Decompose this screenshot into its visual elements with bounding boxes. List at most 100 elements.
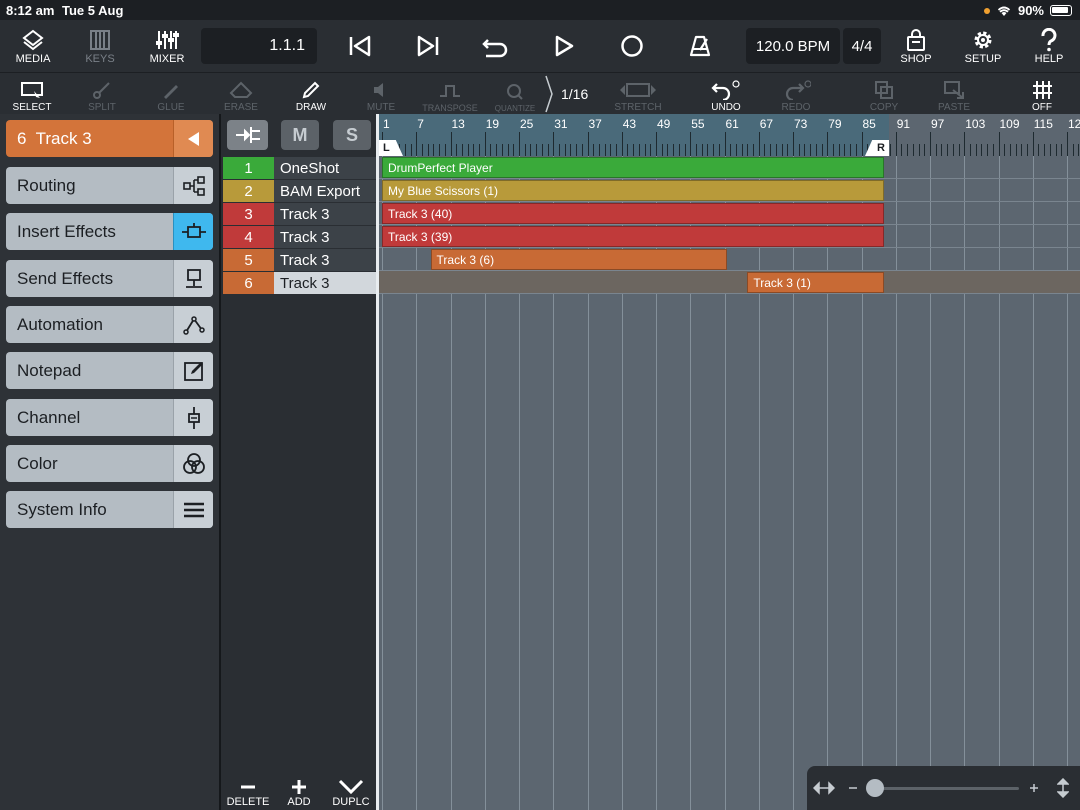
mute-tool-button[interactable]: MUTE [346,73,416,115]
track-list: M S 1 OneShot 2 BAM Export 3 Track 3 4 T… [219,114,376,810]
ruler-bar-label: 25 [520,117,534,131]
zoom-in-icon[interactable] [1028,782,1040,794]
ruler-minor-tick [576,144,578,156]
track-list-toggle-button[interactable] [227,120,268,150]
setup-button[interactable]: SETUP [958,20,1008,72]
app-window: 8:12 am Tue 5 Aug 90% MEDIA KEYS MIXER 1… [0,0,1080,810]
mixer-button[interactable]: MIXER [142,20,192,72]
color-label: Color [17,453,58,473]
ruler-tick [827,132,829,156]
ruler-minor-tick [981,144,983,156]
routing-item[interactable]: Routing [6,167,213,204]
track-row[interactable]: 3 Track 3 [223,203,376,225]
paste-label: PASTE [937,102,971,113]
quantize-value-selector[interactable]: 1/16 [545,75,588,113]
selected-track-header[interactable]: 6 Track 3 [6,120,213,157]
tempo-display[interactable]: 120.0 BPM [746,28,840,64]
metronome-button[interactable] [666,20,734,72]
forward-button[interactable] [394,20,462,72]
ruler-minor-tick [764,144,766,156]
loop-button[interactable] [462,20,530,72]
send-effects-label: Send Effects [17,268,114,288]
ruler-minor-tick [735,144,737,156]
track-row[interactable]: 5 Track 3 [223,249,376,271]
rewind-button[interactable] [326,20,394,72]
split-tool-button[interactable]: SPLIT [67,73,137,115]
audio-region[interactable]: Track 3 (6) [430,249,728,270]
paste-button[interactable]: PASTE [919,73,989,115]
audio-region[interactable]: Track 3 (40) [382,203,885,224]
send-effects-item[interactable]: Send Effects [6,260,213,297]
media-button[interactable]: MEDIA [8,20,58,72]
ruler-minor-tick [627,144,629,156]
play-button[interactable] [530,20,598,72]
zoom-slider-track[interactable] [871,787,1019,790]
redo-button[interactable]: REDO [761,73,831,115]
quantize-tool-button[interactable]: QUANTIZE [480,73,550,115]
erase-tool-button[interactable]: ERASE [206,73,276,115]
vertical-zoom-icon[interactable] [1057,778,1069,798]
ruler-minor-tick [427,144,429,156]
position-display[interactable]: 1.1.1 [201,28,317,64]
solo-all-button[interactable]: S [333,120,371,150]
stretch-tool-button[interactable]: STRETCH [603,73,673,115]
ruler-bar-label: 61 [725,117,739,131]
undo-button[interactable]: UNDO [691,73,761,115]
track-lane[interactable] [379,271,1080,294]
track-row[interactable]: 1 OneShot [223,157,376,179]
duplicate-track-button[interactable]: DUPLC [327,774,375,810]
delete-track-button[interactable]: DELETE [224,774,272,810]
ruler-minor-tick [695,144,697,156]
draw-tool-button[interactable]: DRAW [276,73,346,115]
audio-region[interactable]: Track 3 (39) [382,226,885,247]
routing-label: Routing [17,175,76,195]
system-info-item[interactable]: System Info [6,491,213,528]
snap-grid-button[interactable]: OFF [1007,73,1077,115]
select-tool-button[interactable]: SELECT [0,73,67,115]
channel-item[interactable]: Channel [6,399,213,436]
glue-tool-button[interactable]: GLUE [136,73,206,115]
ruler-minor-tick [730,144,732,156]
record-button[interactable] [598,20,666,72]
shop-button[interactable]: SHOP [892,20,940,72]
ruler-minor-tick [404,144,406,156]
ruler-minor-tick [410,144,412,156]
notepad-item[interactable]: Notepad [6,352,213,389]
ruler-bar-label: 43 [622,117,637,131]
mute-all-button[interactable]: M [281,120,319,150]
color-item[interactable]: Color [6,445,213,482]
copy-button[interactable]: COPY [849,73,919,115]
track-row[interactable]: 2 BAM Export [223,180,376,202]
ruler-bar-label: 55 [691,117,705,131]
insert-effects-item[interactable]: Insert Effects [6,213,213,250]
ruler-bar-label: 7 [417,117,424,131]
ruler-minor-tick [969,144,971,156]
plus-icon [292,780,306,794]
keys-button[interactable]: KEYS [75,20,125,72]
arrange-view[interactable]: 1 7 13 19 25 31 37 43 49 55 61 67 73 79 85 91 97 103 109 11… [376,114,1080,810]
zoom-out-icon[interactable] [847,782,859,794]
zoom-slider-thumb[interactable] [866,779,884,797]
collapse-left-icon[interactable] [173,120,213,157]
track-row-selected[interactable]: 6 Track 3 [223,272,376,294]
time-signature-display[interactable]: 4/4 [843,28,881,64]
transpose-tool-button[interactable]: TRANSPOSE [415,73,485,115]
notepad-label: Notepad [17,360,82,380]
help-button[interactable]: HELP [1026,20,1072,72]
audio-region[interactable]: My Blue Scissors (1) [382,180,885,201]
ruler-minor-tick [1044,144,1046,156]
ruler-bar-label: 49 [657,117,671,131]
menu-icon [173,491,213,528]
add-track-button[interactable]: ADD [275,774,323,810]
color-icon [173,445,213,482]
track-row[interactable]: 4 Track 3 [223,226,376,248]
ruler-minor-tick [787,144,789,156]
automation-item[interactable]: Automation [6,306,213,343]
track-number: 4 [223,226,274,248]
timeline-ruler[interactable]: 1 7 13 19 25 31 37 43 49 55 61 67 73 79 85 91 97 103 109 11… [379,114,1080,156]
ruler-minor-tick [941,144,943,156]
shop-label: SHOP [900,53,932,65]
selected-track-number: 6 [17,128,27,148]
audio-region[interactable]: Track 3 (1) [747,272,885,293]
audio-region[interactable]: DrumPerfect Player [382,157,885,178]
